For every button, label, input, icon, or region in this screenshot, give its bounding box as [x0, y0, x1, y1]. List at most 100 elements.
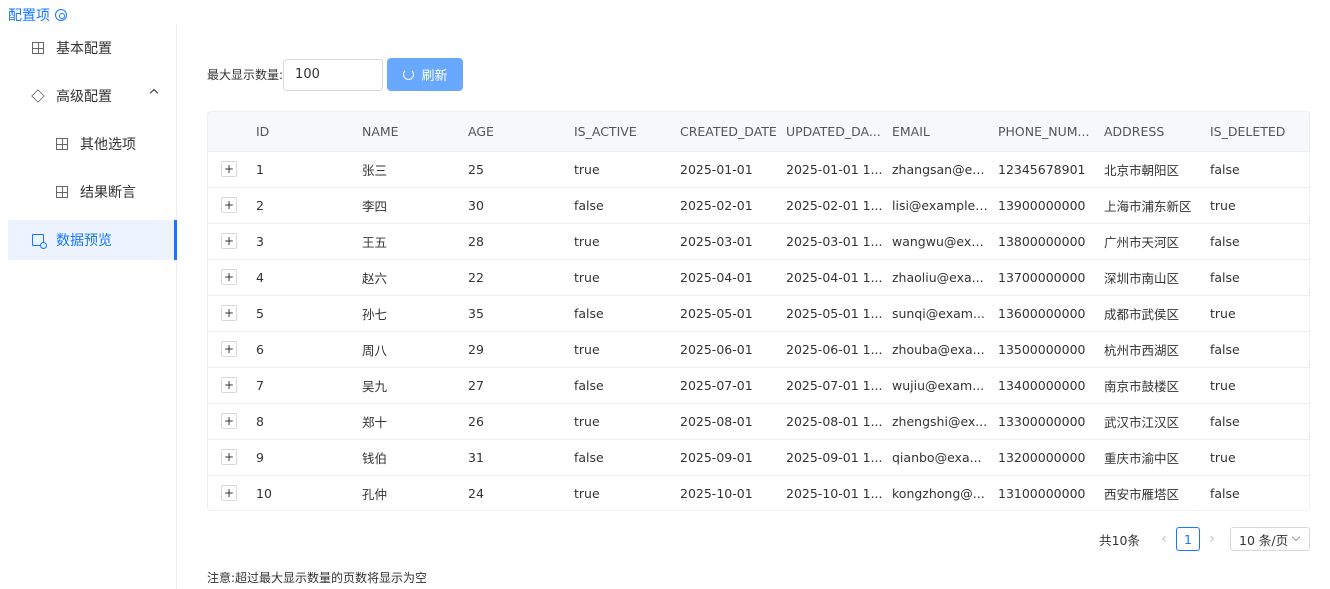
page-size-value: 10 条/页 [1239, 532, 1289, 548]
table-cell: 13900000000 [998, 197, 1086, 213]
table-cell: 深圳市南山区 [1104, 270, 1180, 286]
cube-icon [31, 89, 45, 103]
prev-page-button[interactable]: ‹ [1152, 527, 1176, 551]
table-row[interactable]: +7 吴九 27 false 2025-07-01 2025-07-01 1... wuji… [208, 367, 1309, 403]
column-header[interactable]: ADDRESS [1104, 112, 1210, 152]
expand-cell: + [208, 223, 256, 259]
table-row[interactable]: +5 孙七 35 false 2025-05-01 2025-05-01 1... sunq… [208, 295, 1309, 331]
sidebar-item-label: 高级配置 [56, 89, 112, 105]
table-cell: 2025-01-01 1... [786, 161, 883, 177]
table-cell: 27 [468, 377, 484, 393]
page-number-1[interactable]: 1 [1176, 527, 1200, 551]
table-cell: 2025-02-01 [680, 197, 753, 213]
expand-row-button[interactable]: + [221, 161, 237, 177]
table-cell: 24 [468, 485, 484, 501]
toolbar: 最大显示数量: 刷新 [207, 58, 464, 91]
table-cell: 10 [256, 485, 272, 501]
table-cell: 5 [256, 305, 264, 321]
sidebar-item-result-assertion[interactable]: 结果断言 [56, 172, 136, 212]
table-cell: 2025-01-01 [680, 161, 753, 177]
column-header[interactable]: IS_ACTIVE [574, 112, 680, 152]
table-cell: 7 [256, 377, 264, 393]
table-cell: 8 [256, 413, 264, 429]
column-header[interactable]: UPDATED_DA... [786, 112, 892, 152]
expand-row-button[interactable]: + [221, 413, 237, 429]
max-display-label: 最大显示数量: [207, 68, 284, 82]
note-text: 注意:超过最大显示数量的页数将显示为空 [207, 571, 428, 585]
expand-row-button[interactable]: + [221, 233, 237, 249]
table-cell: sunqi@exam... [892, 305, 985, 321]
table-cell: true [574, 341, 600, 357]
table-cell: lisi@example.... [892, 197, 992, 213]
max-display-input[interactable] [283, 58, 384, 91]
table-cell: 西安市雁塔区 [1104, 486, 1180, 502]
expand-cell: + [208, 403, 256, 439]
table-cell: 9 [256, 449, 264, 465]
table-cell: 2025-04-01 [680, 269, 753, 285]
page-title: 配置项 [8, 8, 50, 24]
table-cell: kongzhong@... [892, 485, 985, 501]
expand-cell: + [208, 295, 256, 331]
table-row[interactable]: +4 赵六 22 true 2025-04-01 2025-04-01 1... zhaol… [208, 259, 1309, 295]
next-page-button[interactable]: › [1200, 527, 1224, 551]
table-row[interactable]: +1 张三 25 true 2025-01-01 2025-01-01 1... zhang… [208, 151, 1309, 187]
table-cell: 31 [468, 449, 484, 465]
table-cell: true [574, 485, 600, 501]
expand-cell: + [208, 439, 256, 475]
table-cell: true [1210, 305, 1236, 321]
expand-row-button[interactable]: + [221, 197, 237, 213]
table-cell: 广州市天河区 [1104, 234, 1180, 250]
sidebar-item-other-options[interactable]: 其他选项 [56, 124, 136, 164]
table-row[interactable]: +10 孔仲 24 true 2025-10-01 2025-10-01 1... kong… [208, 475, 1309, 510]
table-cell: 王五 [362, 234, 388, 250]
column-header[interactable]: NAME [362, 112, 468, 152]
table-cell: 2025-10-01 1... [786, 485, 883, 501]
table-row[interactable]: +9 钱伯 31 false 2025-09-01 2025-09-01 1... qian… [208, 439, 1309, 475]
sidebar-item-basic-config[interactable]: 基本配置 [32, 28, 112, 68]
table-cell: 13300000000 [998, 413, 1086, 429]
table-cell: 2025-05-01 1... [786, 305, 883, 321]
table-cell: 2025-08-01 [680, 413, 753, 429]
table-row[interactable]: +2 李四 30 false 2025-02-01 2025-02-01 1... lisi… [208, 187, 1309, 223]
chevron-up-icon[interactable] [149, 88, 159, 98]
table-cell: true [1210, 377, 1236, 393]
table-cell: 重庆市渝中区 [1104, 450, 1180, 466]
table-cell: 2025-07-01 1... [786, 377, 883, 393]
sidebar-item-data-preview[interactable]: 数据预览 [8, 220, 177, 260]
table-cell: qianbo@exa... [892, 449, 982, 465]
page-size-select[interactable]: 10 条/页 [1230, 527, 1310, 551]
column-header[interactable]: EMAIL [892, 112, 998, 152]
table-cell: false [574, 197, 604, 213]
table-cell: 2025-06-01 [680, 341, 753, 357]
column-header[interactable]: PHONE_NUM... [998, 112, 1104, 152]
grid-icon [32, 42, 44, 54]
config-title: 配置项 [8, 5, 67, 25]
sidebar-item-advanced-config[interactable]: 高级配置 [31, 76, 172, 116]
table-cell: 6 [256, 341, 264, 357]
table-cell: 2025-10-01 [680, 485, 753, 501]
grid-icon [56, 138, 68, 150]
column-header[interactable]: CREATED_DATE [680, 112, 786, 152]
expand-row-button[interactable]: + [221, 449, 237, 465]
refresh-button[interactable]: 刷新 [387, 58, 464, 91]
expand-row-button[interactable]: + [221, 377, 237, 393]
expand-row-button[interactable]: + [221, 269, 237, 285]
table-cell: 13600000000 [998, 305, 1086, 321]
table-cell: wujiu@exam... [892, 377, 985, 393]
table-cell: 郑十 [362, 414, 388, 430]
table-cell: false [1210, 341, 1240, 357]
column-header[interactable]: ID [256, 112, 362, 152]
table-row[interactable]: +8 郑十 26 true 2025-08-01 2025-08-01 1... zheng… [208, 403, 1309, 439]
expand-row-button[interactable]: + [221, 341, 237, 357]
settings-circle-icon[interactable] [55, 9, 67, 21]
table-row[interactable]: +3 王五 28 true 2025-03-01 2025-03-01 1... wangw… [208, 223, 1309, 259]
expand-cell: + [208, 187, 256, 223]
table-cell: 13400000000 [998, 377, 1086, 393]
expand-row-button[interactable]: + [221, 305, 237, 321]
sidebar-item-label: 其他选项 [80, 137, 136, 153]
column-header[interactable]: IS_DELETED [1210, 112, 1309, 152]
table-cell: 13800000000 [998, 233, 1086, 249]
column-header[interactable]: AGE [468, 112, 574, 152]
expand-row-button[interactable]: + [221, 485, 237, 502]
table-row[interactable]: +6 周八 29 true 2025-06-01 2025-06-01 1... zhoub… [208, 331, 1309, 367]
